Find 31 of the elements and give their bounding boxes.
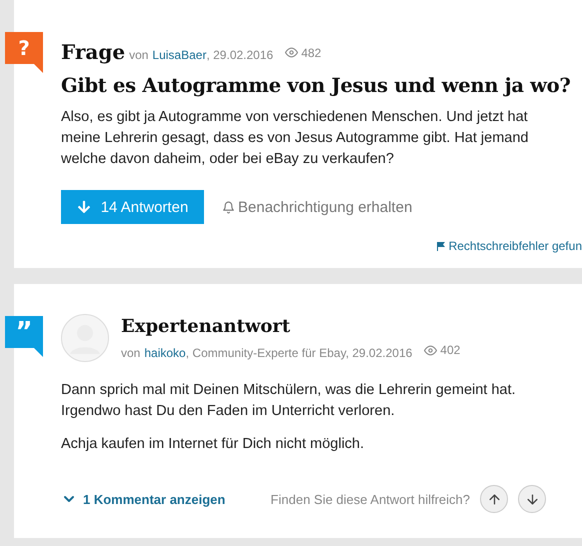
by-label: von: [129, 48, 148, 62]
question-text: Also, es gibt ja Autogramme von verschiedenen Menschen. Und jetzt hat meine Lehrerin gesagt, dass es von Jesus Autogramme gibt. Hat jemand welche davon daheim, oder bei eBay zu verkaufen?: [61, 108, 530, 169]
answer-paragraph: Dann sprich mal mit Deinen Mitschülern, was die Lehrerin gemeint hat. Irgendwo hast Du den Faden im Unterricht verloren.: [61, 381, 517, 421]
author-link[interactable]: haikoko: [144, 346, 186, 360]
answer-label: Expertenantwort: [121, 316, 292, 338]
comments-link[interactable]: 1 Kommentar anzeigen: [61, 491, 226, 507]
answers-button[interactable]: 14 Antworten: [61, 190, 204, 224]
arrow-down-icon: [524, 492, 540, 506]
view-count: 402: [440, 343, 460, 358]
upvote-button[interactable]: [480, 485, 508, 513]
answer-paragraph: Achja kaufen im Internet für Dich nicht möglich.: [61, 435, 366, 454]
post-date: , 29.02.2016: [206, 48, 274, 62]
author-link[interactable]: LuisaBaer: [152, 48, 206, 62]
downvote-button[interactable]: [518, 485, 546, 513]
view-count: 482: [301, 46, 322, 60]
author-role: , Community-Experte für Ebay, 29.02.2016: [186, 346, 412, 360]
flag-icon: [436, 242, 445, 250]
notify-link[interactable]: Benachrichtigung erhalten: [222, 198, 412, 216]
report-link[interactable]: Rechtschreibfehler gefun: [436, 239, 582, 253]
eye-icon: [424, 344, 438, 357]
helpful-prompt: Finden Sie diese Antwort hilfreich?: [270, 492, 470, 506]
question-title: Gibt es Autogramme von Jesus und wenn ja wo?: [61, 74, 572, 97]
question-badge: ?: [5, 32, 43, 73]
bell-icon: [222, 200, 235, 214]
arrow-down-icon: [76, 200, 91, 214]
by-label: von: [121, 346, 140, 360]
arrow-up-icon: [486, 492, 502, 506]
question-label: Frage: [61, 40, 126, 64]
avatar-icon: [61, 314, 109, 362]
eye-icon: [285, 46, 298, 59]
quote-badge: ”: [5, 316, 43, 357]
